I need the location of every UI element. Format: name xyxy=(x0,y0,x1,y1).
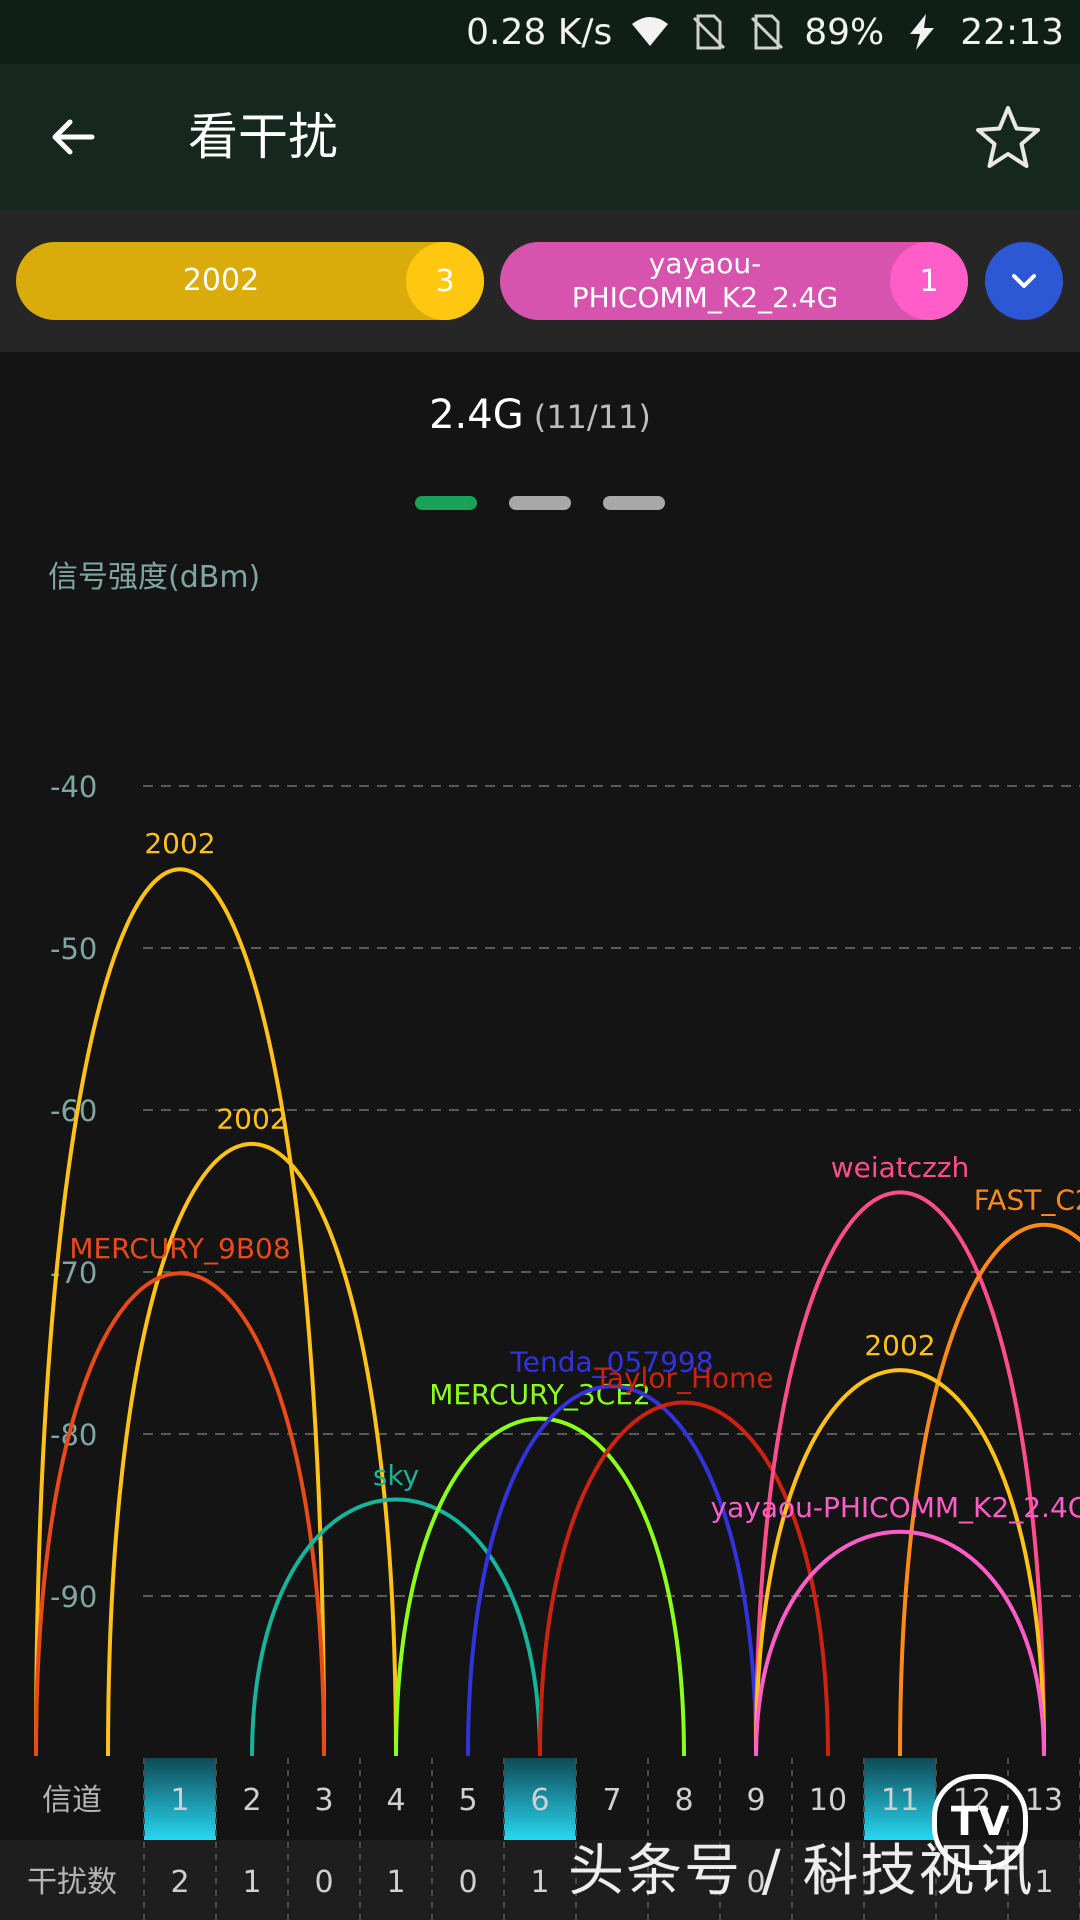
channel-label: 13 xyxy=(1025,1783,1063,1818)
interference-count: 1 xyxy=(1034,1865,1053,1900)
y-tick-label: -40 xyxy=(50,770,97,804)
channel-label: 4 xyxy=(386,1783,405,1818)
network-label: 2002 xyxy=(144,827,215,860)
network-label: 2002 xyxy=(216,1102,287,1135)
interference-count: 0 xyxy=(458,1865,477,1900)
channel-label: 9 xyxy=(746,1783,765,1818)
y-tick-label: -50 xyxy=(50,932,97,966)
interference-count: 0 xyxy=(314,1865,333,1900)
network-arc xyxy=(34,867,326,1757)
interference-count: 2 xyxy=(170,1865,189,1900)
channel-label: 10 xyxy=(809,1783,847,1818)
network-label: sky xyxy=(373,1459,419,1492)
network-label: MERCURY_9B08 xyxy=(69,1232,290,1265)
channel-interference-chart: -40-50-60-70-80-90信道干扰数1221304150617 8 901… xyxy=(0,770,1080,1920)
channel-label: 8 xyxy=(674,1783,693,1818)
channel-label: 7 xyxy=(602,1783,621,1818)
y-tick-label: -90 xyxy=(50,1580,97,1614)
interference-row-title: 干扰数 xyxy=(27,1865,117,1900)
watermark-logo: TV xyxy=(932,1774,1028,1870)
channel-label: 11 xyxy=(881,1783,919,1818)
channel-label: 1 xyxy=(170,1783,189,1818)
network-label: 2002 xyxy=(864,1329,935,1362)
channel-label: 5 xyxy=(458,1783,477,1818)
channel-label: 6 xyxy=(530,1783,549,1818)
channel-label: 2 xyxy=(242,1783,261,1818)
interference-count: 1 xyxy=(530,1865,549,1900)
interference-count: 1 xyxy=(386,1865,405,1900)
x-axis-title: 信道 xyxy=(42,1783,102,1818)
network-arc xyxy=(34,1271,326,1757)
channel-label: 3 xyxy=(314,1783,333,1818)
network-arc xyxy=(466,1384,758,1757)
network-label: yayaou-PHICOMM_K2_2.4G xyxy=(711,1491,1080,1524)
network-label: FAST_C2D xyxy=(974,1183,1080,1216)
network-label: weiatczzh xyxy=(831,1151,970,1184)
interference-count: 1 xyxy=(242,1865,261,1900)
network-label: Taylor_Home xyxy=(593,1362,773,1395)
watermark-logo-text: TV xyxy=(950,1799,1010,1845)
